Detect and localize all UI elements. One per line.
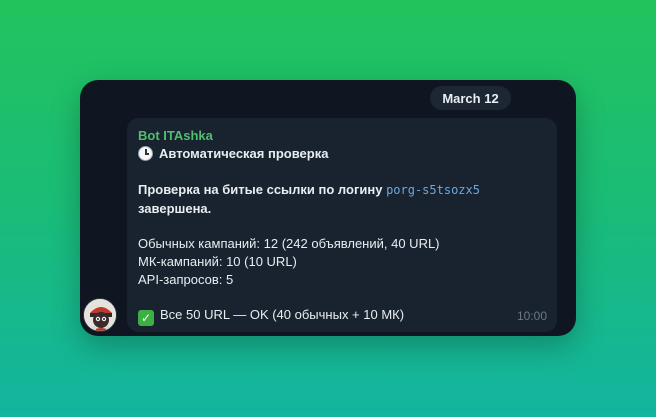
message-line-2: завершена. [138, 201, 212, 216]
message-heading: Автоматическая проверка [138, 146, 328, 161]
clock-icon [138, 146, 153, 161]
stat-line: МК-кампаний: 10 (10 URL) [138, 254, 297, 269]
message-time: 10:00 [516, 309, 547, 323]
login-code[interactable]: porg-s5tsozx5 [386, 183, 480, 197]
sender-name[interactable]: Bot ITAshka [138, 128, 213, 143]
chat-window: March 12 Bot ITAshka Автоматическая пров… [80, 80, 576, 336]
date-badge: March 12 [430, 86, 511, 110]
stat-line: Обычных кампаний: 12 (242 объявлений, 40… [138, 236, 440, 251]
bot-avatar[interactable] [83, 298, 117, 332]
stat-line: API-запросов: 5 [138, 272, 234, 287]
line1-prefix: Проверка на битые ссылки по логину [138, 182, 387, 197]
check-mark-icon: ✓ [138, 310, 154, 326]
result-line: ✓ Все 50 URL — OK (40 обычных + 10 МК) [138, 307, 404, 326]
message-bubble[interactable]: Bot ITAshka Автоматическая проверка Пров… [127, 118, 557, 332]
heading-text: Автоматическая проверка [159, 146, 329, 161]
message-line-1: Проверка на битые ссылки по логину porg-… [138, 182, 480, 197]
result-text: Все 50 URL — OK (40 обычных + 10 МК) [160, 307, 405, 322]
bot-avatar-icon [84, 299, 116, 331]
